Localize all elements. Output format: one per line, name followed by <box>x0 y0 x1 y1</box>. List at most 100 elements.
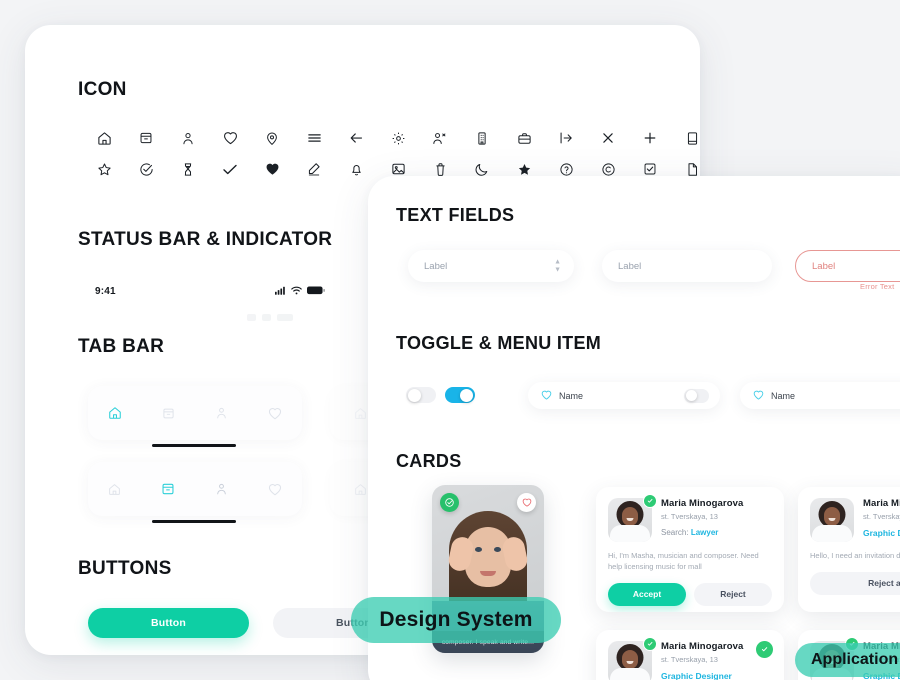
status-indicator-ghost <box>247 312 325 322</box>
logout-icon[interactable] <box>545 126 587 150</box>
pencil-icon[interactable] <box>293 157 335 181</box>
person-icon[interactable] <box>167 126 209 150</box>
cards-section-title: CARDS <box>396 451 462 471</box>
briefcase-icon[interactable] <box>503 126 545 150</box>
design-system-pill: Design System <box>351 597 561 643</box>
tab-home[interactable] <box>88 472 142 506</box>
toggle-knob <box>408 388 421 402</box>
status-badge <box>756 641 773 658</box>
status-bar-section-title: STATUS BAR & INDICATOR <box>78 229 333 250</box>
toggle-knob <box>686 390 697 401</box>
contact-address: st. Tverskaya, 13 <box>661 655 718 664</box>
card-header: Maria Minogarova st. Tverskaya, 13 Graph… <box>608 637 772 680</box>
search-prefix: Search: <box>661 528 689 537</box>
text-field-label: Label <box>424 260 448 272</box>
buttons-section-title: BUTTONS <box>78 558 172 579</box>
reject-button[interactable]: Reject <box>694 582 772 606</box>
tab-bar-row-1 <box>88 386 303 447</box>
battery-icon <box>307 282 325 300</box>
book-icon[interactable] <box>671 126 700 150</box>
toggle-knob <box>460 388 473 402</box>
menu-icon[interactable] <box>293 126 335 150</box>
check-circle-icon[interactable] <box>125 157 167 181</box>
menu-item-with-toggle[interactable]: Name <box>528 382 720 409</box>
toggle-section-title: TOGGLE & MENU ITEM <box>396 333 602 353</box>
avatar <box>810 498 854 542</box>
status-time: 9:41 <box>95 285 116 297</box>
reject-application-button[interactable]: Reject appli <box>810 571 900 595</box>
arrow-left-icon[interactable] <box>335 126 377 150</box>
heart-outline-icon <box>753 387 764 405</box>
application-pill: Application c <box>795 643 900 677</box>
contact-card-lawyer[interactable]: Maria Minogarova st. Tverskaya, 13 Searc… <box>596 487 784 612</box>
contact-card-designer[interactable]: Maria Min st. Tverskaya Graphic De Hello… <box>798 487 900 612</box>
menu-item-label: Name <box>559 390 584 401</box>
building-icon[interactable] <box>461 126 503 150</box>
tab-bar-section-title: TAB BAR <box>78 336 165 357</box>
error-text: Error Text <box>860 282 895 291</box>
contact-name: Maria Minogarova <box>661 498 744 509</box>
card-header: Maria Minogarova st. Tverskaya, 13 Searc… <box>608 494 772 542</box>
primary-button[interactable]: Button <box>88 608 249 638</box>
card-text: Maria Minogarova st. Tverskaya, 13 Graph… <box>661 641 743 680</box>
text-field-default[interactable]: Label <box>602 250 772 282</box>
text-field-label: Label <box>812 260 836 272</box>
contact-card-verified[interactable]: Maria Minogarova st. Tverskaya, 13 Graph… <box>596 630 784 680</box>
tab-favorites[interactable] <box>249 396 303 430</box>
tab-favorites[interactable] <box>249 472 303 506</box>
chevron-down-icon[interactable]: ▼ <box>554 267 561 274</box>
icon-row-1 <box>83 126 700 150</box>
photo-eye-left <box>475 547 482 552</box>
contact-role[interactable]: Lawyer <box>691 528 719 537</box>
avatar-wrap <box>608 637 657 680</box>
plus-icon[interactable] <box>629 126 671 150</box>
contact-message: Hi, I'm Masha, musician and composer. Ne… <box>608 551 759 571</box>
tab-person[interactable] <box>195 472 249 506</box>
heart-outline-icon <box>541 387 552 405</box>
archive-icon[interactable] <box>125 126 167 150</box>
status-indicators <box>275 282 325 300</box>
bell-icon[interactable] <box>335 157 377 181</box>
contact-address: st. Tverskaya, 13 <box>661 512 718 521</box>
contact-search-line: Search: Lawyer <box>661 528 743 537</box>
tab-archive-active[interactable] <box>142 472 196 506</box>
toggle-on[interactable] <box>445 387 475 403</box>
cellular-signal-icon <box>275 282 286 300</box>
tab-home-active[interactable] <box>88 396 142 430</box>
location-pin-icon[interactable] <box>251 126 293 150</box>
toggle-off[interactable] <box>406 387 436 403</box>
home-icon[interactable] <box>83 126 125 150</box>
menu-item-plain[interactable]: Name <box>740 382 900 409</box>
check-icon[interactable] <box>209 157 251 181</box>
chevron-up-icon[interactable]: ▲ <box>554 259 561 266</box>
design-system-canvas: ICON STATUS BAR & INDICATOR 9:41 TAB BAR… <box>0 0 900 680</box>
card-text: Maria Minogarova st. Tverskaya, 13 Searc… <box>661 498 743 542</box>
stepper-control[interactable]: ▲ ▼ <box>554 259 561 274</box>
card-actions: Accept Reject <box>608 582 772 606</box>
wifi-icon <box>291 282 302 300</box>
users-icon[interactable] <box>419 126 461 150</box>
text-field-error[interactable]: Label <box>795 250 900 282</box>
close-icon[interactable] <box>587 126 629 150</box>
card-header: Maria Min st. Tverskaya Graphic De <box>810 498 900 542</box>
contact-role[interactable]: Graphic De <box>863 528 900 538</box>
text-field-stepper[interactable]: Label ▲ ▼ <box>408 250 574 282</box>
contact-role[interactable]: Graphic Designer <box>661 671 743 680</box>
photo-eye-right <box>494 547 501 552</box>
menu-item-label: Name <box>771 390 796 401</box>
gear-icon[interactable] <box>377 126 419 150</box>
verified-check-icon <box>440 493 459 512</box>
contact-message: Hello, I need an invitation design <box>810 551 900 560</box>
heart-filled-icon[interactable] <box>251 157 293 181</box>
star-outline-icon[interactable] <box>83 157 125 181</box>
hourglass-icon[interactable] <box>167 157 209 181</box>
heart-outline-icon[interactable] <box>209 126 251 150</box>
menu-item-toggle[interactable] <box>684 388 709 403</box>
tab-archive[interactable] <box>142 396 196 430</box>
verified-check-icon <box>643 494 657 508</box>
contact-address: st. Tverskaya <box>863 512 900 521</box>
avatar-wrap <box>608 494 657 542</box>
heart-outline-icon[interactable] <box>517 493 536 512</box>
tab-person[interactable] <box>195 396 249 430</box>
accept-button[interactable]: Accept <box>608 582 686 606</box>
